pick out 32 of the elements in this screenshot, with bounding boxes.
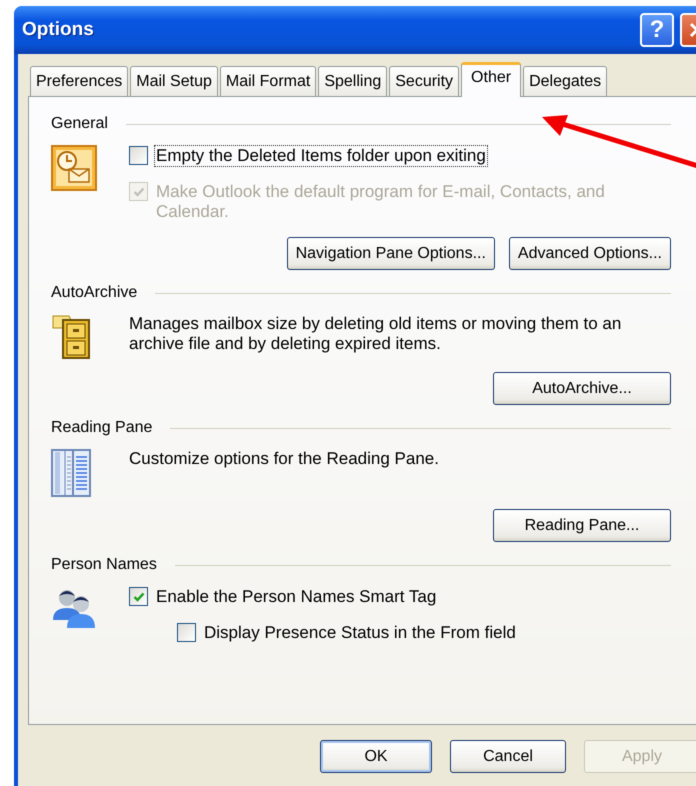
file-cabinet-icon — [51, 314, 91, 360]
tab[interactable]: Mail Format — [220, 66, 316, 96]
option-button[interactable]: Reading Pane... — [493, 509, 671, 542]
clock-envelope-icon — [51, 145, 97, 191]
checkbox-label: Display Presence Status in the From field — [203, 622, 517, 644]
window-title: Options — [22, 19, 95, 41]
tab[interactable]: Security — [389, 66, 460, 96]
section-heading: Reading Pane — [51, 419, 152, 437]
checkbox-label: Make Outlook the default program for E-mail, Contacts, and Calendar. — [155, 181, 606, 223]
tab[interactable]: Preferences — [30, 66, 128, 96]
dialog-button[interactable]: OK — [320, 740, 432, 773]
checkbox[interactable] — [129, 146, 148, 165]
description-text: Manages mailbox size by deleting old items or moving them to an archive file and by deleting expired items. — [129, 314, 622, 354]
tab[interactable]: Other — [461, 62, 522, 97]
checkbox[interactable] — [129, 587, 148, 606]
tab[interactable]: Mail Setup — [130, 66, 218, 96]
checkbox-label: Empty the Deleted Items folder upon exiting — [154, 145, 488, 167]
checkbox[interactable] — [177, 623, 196, 642]
option-button[interactable]: Advanced Options... — [508, 237, 671, 270]
check-icon — [132, 590, 144, 602]
section-heading: AutoArchive — [51, 284, 138, 302]
description-text: Customize options for the Reading Pane. — [129, 449, 440, 469]
tab[interactable]: Spelling — [318, 66, 388, 96]
reading-pane-icon — [51, 449, 91, 497]
checkbox-label: Enable the Person Names Smart Tag — [155, 586, 438, 608]
dialog-button[interactable]: Cancel — [450, 740, 566, 773]
option-button[interactable]: Navigation Pane Options... — [286, 237, 495, 270]
section-heading: Person Names — [51, 556, 157, 574]
section-heading: General — [51, 115, 108, 133]
tab[interactable]: Delegates — [523, 66, 608, 96]
option-button[interactable]: AutoArchive... — [493, 372, 671, 405]
check-icon — [132, 186, 144, 198]
